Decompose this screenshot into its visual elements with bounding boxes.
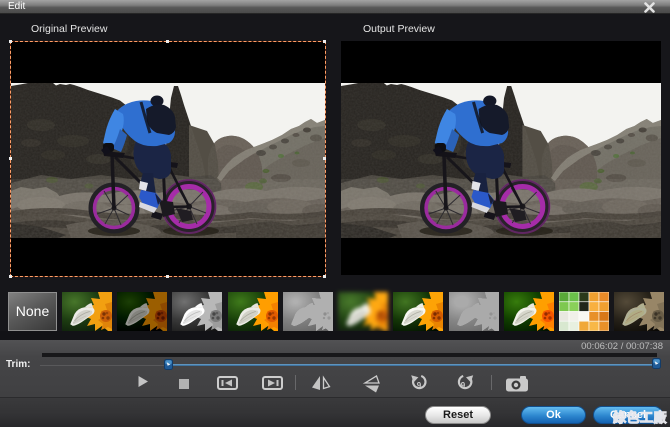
svg-text:9: 9 — [461, 381, 466, 390]
svg-text:9: 9 — [417, 381, 422, 390]
